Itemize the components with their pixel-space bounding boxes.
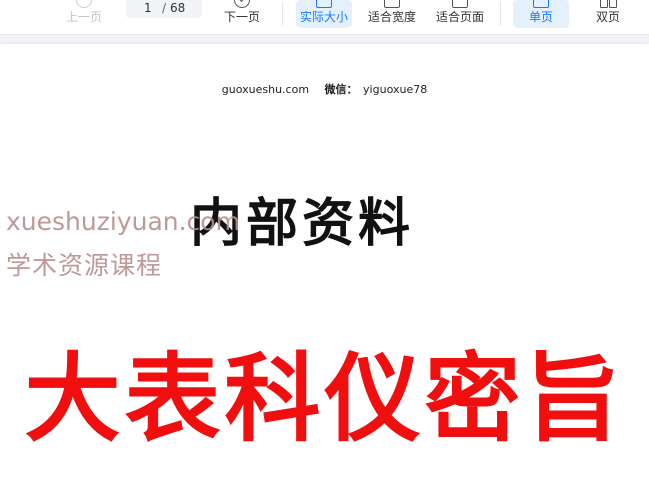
document-subtitle: 大表科仪密旨 xyxy=(24,343,625,455)
fit-page-label: 适合页面 xyxy=(435,10,484,24)
actual-size-button[interactable]: 实际大小 xyxy=(296,0,352,28)
document-viewer: 上一页 1 / 68 下一页 实际大小 适合宽度 适合页面 单页 双页 guox… xyxy=(0,0,649,486)
chevron-down-icon xyxy=(234,0,250,8)
toolbar-divider xyxy=(500,2,501,26)
page-number-input[interactable]: 1 / 68 xyxy=(126,0,202,18)
prev-page-button[interactable]: 上一页 xyxy=(58,0,110,34)
chevron-up-icon xyxy=(76,0,92,8)
double-page-label: 双页 xyxy=(595,10,620,24)
next-page-label: 下一页 xyxy=(223,10,260,24)
header-wechat-id: yiguoxue78 xyxy=(363,83,428,96)
single-page-button[interactable]: 单页 xyxy=(513,0,569,28)
watermark-url: xueshuziyuan.com xyxy=(6,207,240,236)
actual-size-label: 实际大小 xyxy=(299,10,348,24)
current-page: 1 xyxy=(144,1,152,15)
fit-page-button[interactable]: 适合页面 xyxy=(430,0,490,34)
page-separator: / xyxy=(162,1,167,15)
fit-width-icon xyxy=(384,0,400,8)
next-page-button[interactable]: 下一页 xyxy=(216,0,268,34)
single-page-icon xyxy=(533,0,549,8)
header-site: guoxueshu.com xyxy=(221,83,310,96)
header-wechat-label: 微信： xyxy=(324,83,358,96)
fit-width-label: 适合宽度 xyxy=(367,10,416,24)
fit-page-icon xyxy=(452,0,468,8)
watermark-text: 学术资源课程 xyxy=(6,251,163,280)
double-page-button[interactable]: 双页 xyxy=(584,0,632,34)
prev-page-label: 上一页 xyxy=(65,10,102,24)
toolbar-divider xyxy=(282,2,283,26)
single-page-label: 单页 xyxy=(528,10,553,24)
fit-width-button[interactable]: 适合宽度 xyxy=(362,0,422,34)
double-page-icon-right xyxy=(609,0,617,8)
double-page-icon xyxy=(600,0,608,8)
actual-size-icon xyxy=(316,0,332,8)
total-pages: 68 xyxy=(170,1,186,15)
document-page: guoxueshu.com 微信： yiguoxue78 内部资料 xueshu… xyxy=(0,44,649,486)
toolbar: 上一页 1 / 68 下一页 实际大小 适合宽度 适合页面 单页 双页 xyxy=(0,0,649,35)
page-header: guoxueshu.com 微信： yiguoxue78 xyxy=(0,81,649,97)
